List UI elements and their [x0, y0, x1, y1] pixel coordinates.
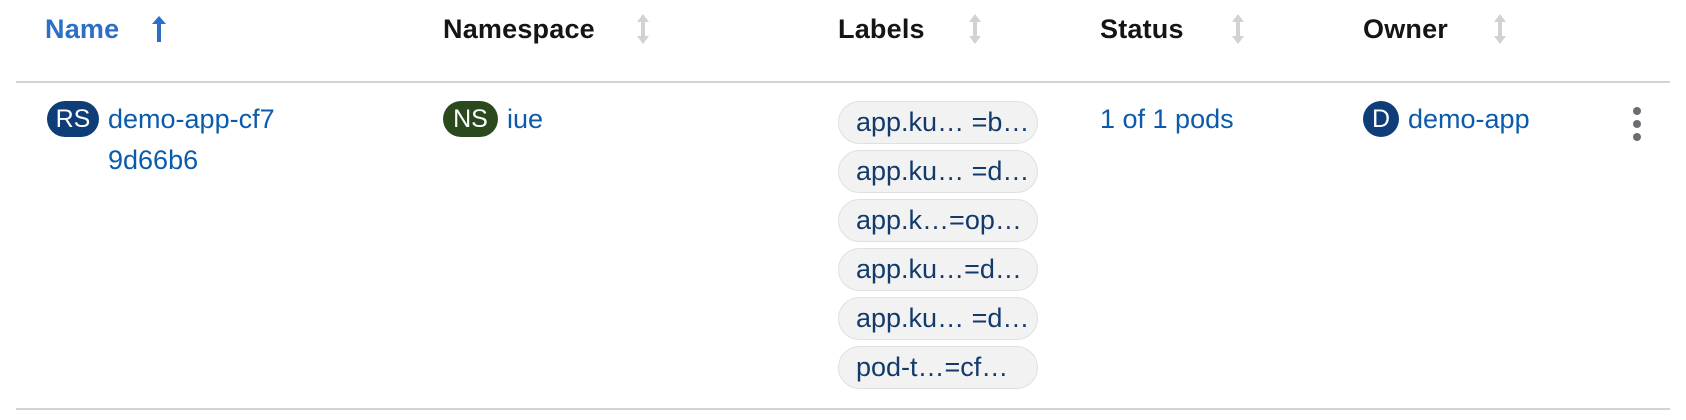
status-cell: 1 of 1 pods	[1100, 99, 1234, 140]
pod-status-link[interactable]: 1 of 1 pods	[1100, 99, 1234, 140]
table-header-row: Name Namespace Labels Status Owner	[16, 0, 1670, 83]
kebab-dot	[1633, 120, 1641, 128]
replicasets-table: Name Namespace Labels Status Owner RS de…	[0, 0, 1686, 420]
replicaset-badge: RS	[47, 101, 99, 137]
sort-icon	[963, 13, 987, 45]
column-header-label: Owner	[1363, 13, 1449, 44]
sort-icon	[1226, 13, 1250, 45]
label-chip[interactable]: app.ku… =d…	[838, 297, 1038, 340]
table-row: RS demo-app-cf79d66b6 NS iue app.ku… =b……	[16, 85, 1670, 410]
labels-cell: app.ku… =b… app.ku… =d… app.k…=op… app.k…	[838, 101, 1038, 389]
name-cell: RS demo-app-cf79d66b6	[47, 99, 288, 181]
column-header-status[interactable]: Status	[1100, 0, 1360, 58]
kebab-menu-icon[interactable]	[1629, 107, 1645, 141]
column-header-label: Status	[1100, 13, 1184, 44]
column-header-label: Name	[45, 13, 120, 44]
owner-cell: D demo-app	[1363, 99, 1530, 140]
namespace-link[interactable]: iue	[507, 99, 543, 140]
column-header-labels[interactable]: Labels	[838, 0, 1098, 58]
sort-ascending-arrow-icon	[147, 13, 171, 45]
sort-icon	[1488, 13, 1512, 45]
label-chip[interactable]: app.ku… =b…	[838, 101, 1038, 144]
column-header-namespace[interactable]: Namespace	[443, 0, 833, 58]
kebab-dot	[1633, 133, 1641, 141]
kebab-dot	[1633, 107, 1641, 115]
label-chip[interactable]: app.k…=op…	[838, 199, 1038, 242]
namespace-cell: NS iue	[443, 99, 543, 140]
namespace-badge: NS	[443, 101, 498, 137]
deployment-badge: D	[1363, 101, 1399, 137]
sort-icon	[631, 13, 655, 45]
owner-link[interactable]: demo-app	[1408, 99, 1530, 140]
column-header-label: Labels	[838, 13, 925, 44]
label-chip[interactable]: pod-t…=cf…	[838, 346, 1038, 389]
label-chip[interactable]: app.ku… =d…	[838, 150, 1038, 193]
replicaset-name-link[interactable]: demo-app-cf79d66b6	[108, 99, 288, 181]
column-header-name[interactable]: Name	[45, 0, 435, 58]
label-chip[interactable]: app.ku…=d…	[838, 248, 1038, 291]
column-header-owner[interactable]: Owner	[1363, 0, 1623, 58]
column-header-label: Namespace	[443, 13, 595, 44]
